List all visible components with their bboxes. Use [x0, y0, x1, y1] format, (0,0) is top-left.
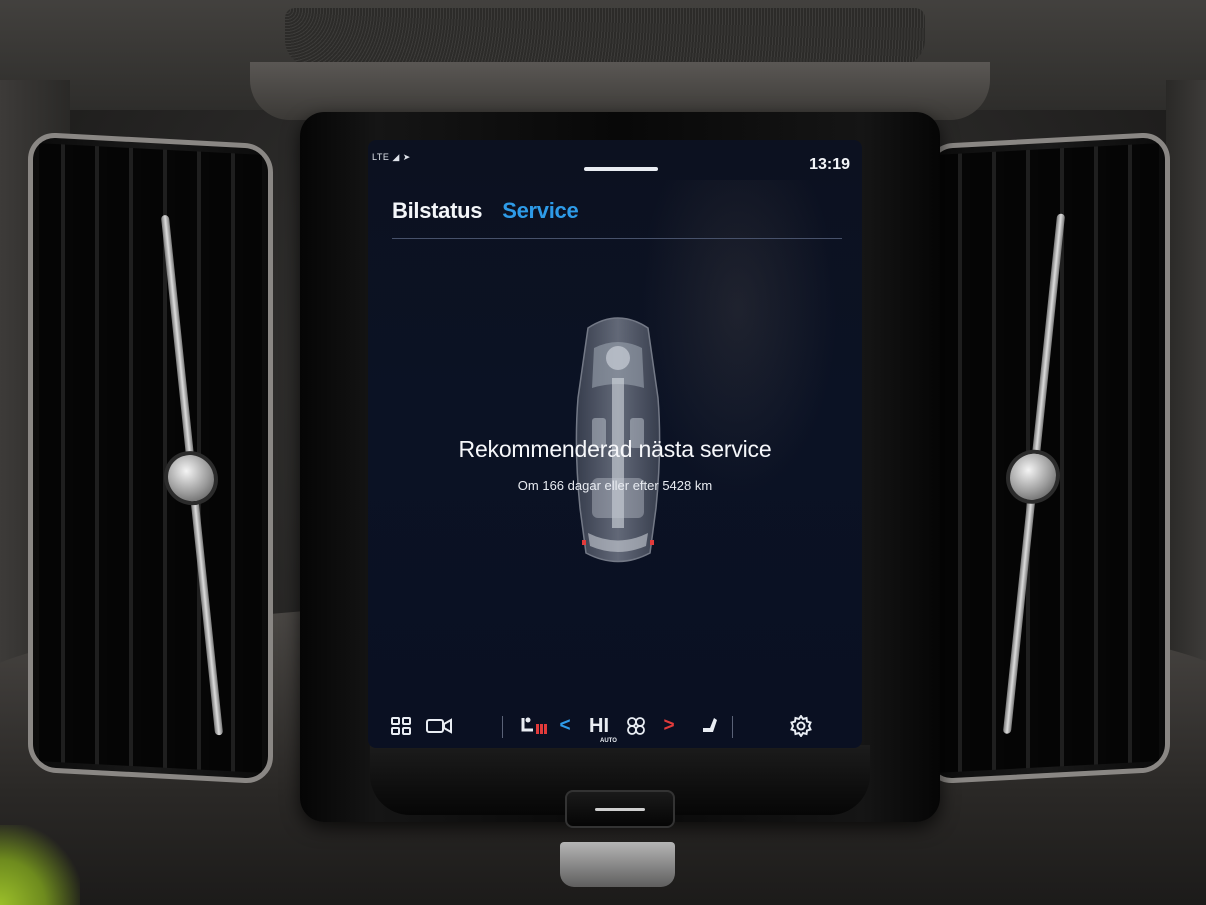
temperature-mode-label: AUTO — [600, 738, 617, 744]
right-air-vent[interactable] — [925, 131, 1170, 785]
temperature-down-button[interactable]: < — [558, 712, 572, 740]
gear-icon[interactable] — [788, 712, 814, 740]
service-detail: Om 166 dagar eller efter 5428 km — [517, 478, 713, 493]
fan-icon[interactable] — [624, 712, 648, 740]
status-icons: LTE ◢ ➤ — [372, 152, 411, 163]
home-button-line — [595, 808, 645, 811]
tab-divider — [392, 238, 842, 239]
left-air-vent[interactable] — [28, 131, 273, 785]
signal-bars-icon: ◢ — [392, 152, 400, 162]
bar-separator — [502, 716, 503, 738]
temperature-display[interactable]: HI — [584, 712, 614, 740]
top-pull-down-handle[interactable] — [584, 167, 658, 171]
temperature-up-button[interactable]: > — [662, 712, 676, 740]
status-bar[interactable]: LTE ◢ ➤ 13:19 — [368, 140, 862, 174]
camera-icon[interactable] — [424, 712, 454, 740]
service-title: Rekommenderad nästa service — [458, 436, 772, 462]
clock: 13:19 — [809, 156, 850, 173]
vent-slats — [39, 143, 262, 773]
tab-bar: Bilstatus Service — [392, 198, 579, 224]
location-arrow-icon: ➤ — [402, 152, 411, 162]
lte-label: LTE — [372, 152, 390, 162]
dashboard-speaker-grille — [285, 8, 925, 66]
chrome-trim — [560, 842, 675, 887]
bar-separator — [732, 716, 733, 738]
infotainment-screen[interactable]: LTE ◢ ➤ 13:19 Bilstatus Service Rekommen… — [368, 140, 862, 748]
green-object — [0, 825, 80, 905]
passenger-seat-icon[interactable] — [698, 712, 722, 740]
home-button[interactable] — [565, 790, 675, 828]
tab-bilstatus[interactable]: Bilstatus — [392, 198, 483, 224]
driver-seat-heat-icon[interactable] — [514, 712, 550, 740]
tab-service[interactable]: Service — [502, 198, 579, 224]
climate-bar[interactable]: < HI AUTO > — [368, 706, 862, 748]
app-grid-icon[interactable] — [388, 712, 414, 740]
car-interior-photo: LTE ◢ ➤ 13:19 Bilstatus Service Rekommen… — [0, 0, 1206, 905]
